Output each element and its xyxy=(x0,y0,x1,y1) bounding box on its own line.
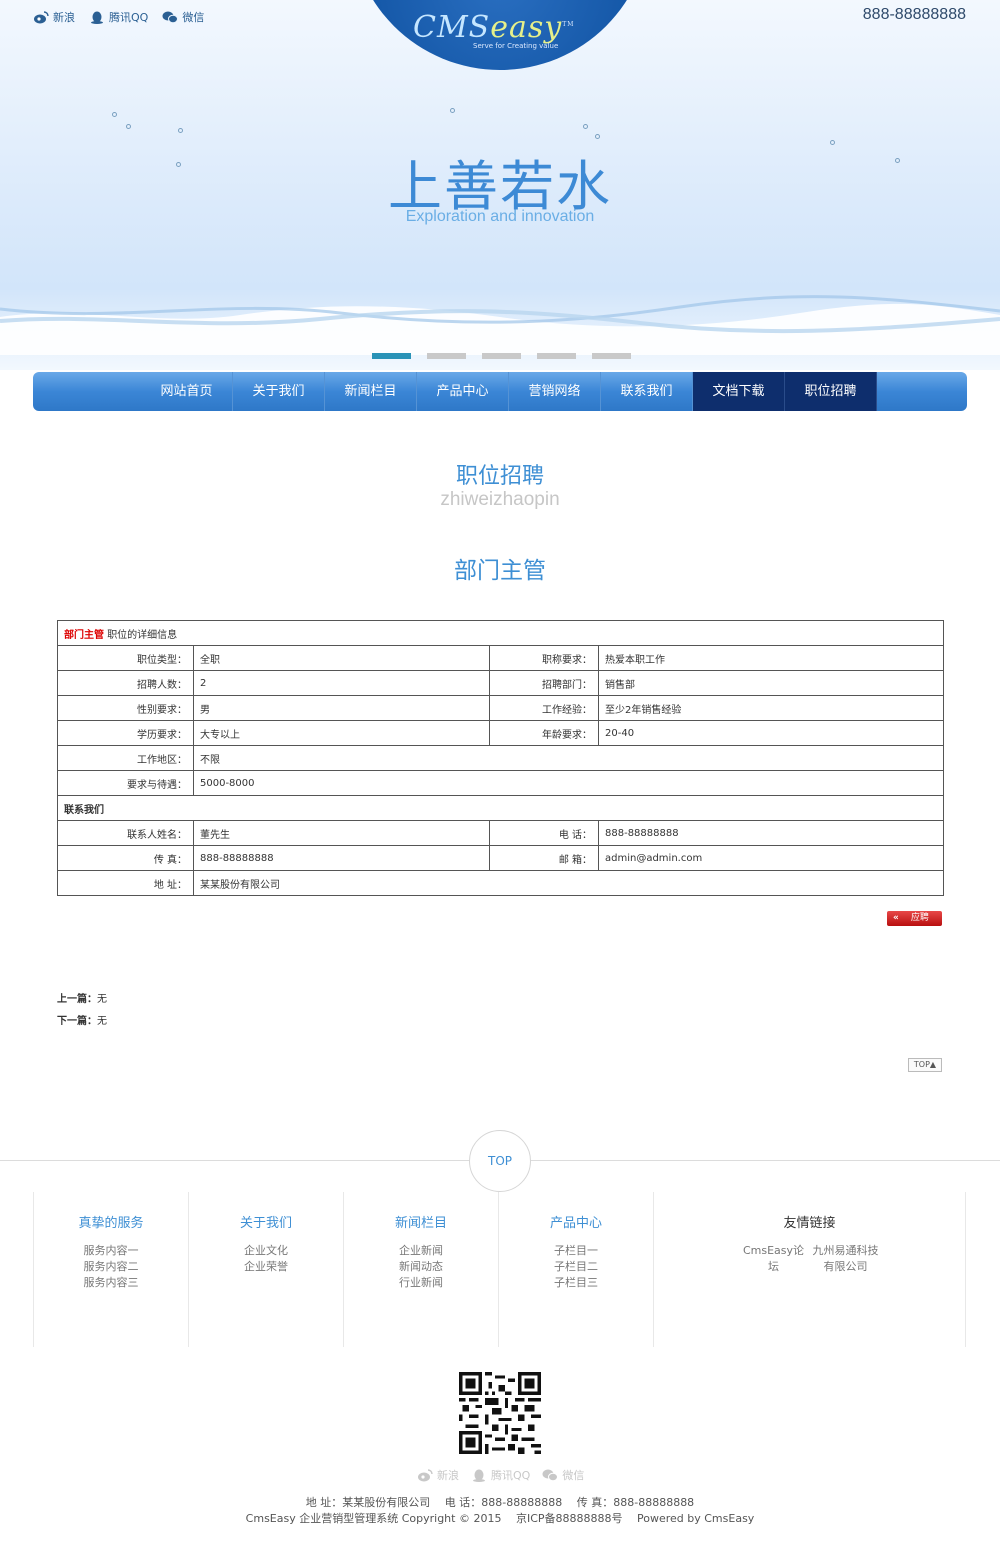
friend-link[interactable]: CmsEasy论坛 xyxy=(741,1243,807,1275)
job-detail-table: 部门主管 职位的详细信息 职位类型： 全职 职称要求： 热爱本职工作 招聘人数： 2 … xyxy=(57,620,944,896)
table-row: 工作地区： 不限 xyxy=(57,745,944,771)
table-row: 联系人姓名： 董先生 电 话： 888-88888888 xyxy=(57,820,944,846)
bubble xyxy=(595,134,600,139)
nav-item-home[interactable]: 网站首页 xyxy=(141,372,233,411)
table-row: 职位类型： 全职 职称要求： 热爱本职工作 xyxy=(57,645,944,671)
slide-indicators xyxy=(372,353,631,359)
back-to-top-small[interactable]: TOP▲ xyxy=(908,1058,942,1072)
footer-link[interactable]: 企业文化 xyxy=(189,1243,343,1259)
footer-link[interactable]: 服务内容一 xyxy=(34,1243,188,1259)
qq-link[interactable]: 腾讯QQ xyxy=(471,1467,530,1483)
nav-item-contact[interactable]: 联系我们 xyxy=(601,372,693,411)
table-row: 招聘人数： 2 招聘部门： 销售部 xyxy=(57,670,944,696)
nav-item-about[interactable]: 关于我们 xyxy=(233,372,325,411)
qq-icon xyxy=(473,1469,485,1482)
table-row: 性别要求：男 工作经验： 至少2年销售经验 xyxy=(57,695,944,721)
friend-links: CmsEasy论坛 九州易通科技 有限公司 xyxy=(654,1243,965,1275)
footer-link[interactable]: 企业新闻 xyxy=(344,1243,498,1259)
slide-dot[interactable] xyxy=(592,353,631,359)
footer-link[interactable]: 子栏目二 xyxy=(499,1259,653,1275)
footer-col-title: 友情链接 xyxy=(783,1216,836,1231)
footer-col-title[interactable]: 新闻栏目 xyxy=(344,1212,498,1231)
slide-dot[interactable] xyxy=(427,353,466,359)
slide-dot[interactable] xyxy=(482,353,521,359)
footer-columns: 真挚的服务 服务内容一 服务内容二 服务内容三 关于我们 企业文化 企业荣誉 新… xyxy=(33,1192,967,1347)
prev-article[interactable]: 上一篇：无 xyxy=(57,990,107,1005)
job-title: 部门主管 xyxy=(454,558,546,584)
footer-col-about: 关于我们 企业文化 企业荣誉 xyxy=(188,1192,343,1347)
qr-code-image xyxy=(459,1372,541,1454)
table-row: 部门主管 职位的详细信息 xyxy=(57,620,944,646)
bubble xyxy=(178,128,183,133)
footer-copyright-line: CmsEasy 企业营销型管理系统 Copyright © 2015 京ICP备… xyxy=(245,1512,755,1525)
footer-link[interactable]: 服务内容二 xyxy=(34,1259,188,1275)
next-article[interactable]: 下一篇：无 xyxy=(57,1012,107,1027)
wechat-link[interactable]: 微信 xyxy=(162,9,204,25)
back-to-top-button[interactable]: TOP xyxy=(469,1130,531,1192)
weibo-icon xyxy=(418,1468,433,1481)
qq-icon xyxy=(91,11,103,24)
nav-item-jobs[interactable]: 职位招聘 xyxy=(785,372,877,411)
header-phone: 888-88888888 xyxy=(862,6,966,23)
footer-col-products: 产品中心 子栏目一 子栏目二 子栏目三 xyxy=(498,1192,653,1347)
main-nav: 网站首页 关于我们 新闻栏目 产品中心 营销网络 联系我们 文档下载 职位招聘 xyxy=(33,372,967,411)
section-title: 职位招聘 xyxy=(455,464,544,489)
table-row: 地 址： 某某股份有限公司 xyxy=(57,870,944,896)
logo-tagline: Serve for Creating value xyxy=(473,42,559,50)
banner: CMSeasyTM Serve for Creating value 新浪 腾讯… xyxy=(0,0,1000,370)
wechat-icon xyxy=(542,1469,559,1481)
slide-dot[interactable] xyxy=(372,353,411,359)
footer-link[interactable]: 企业荣誉 xyxy=(189,1259,343,1275)
footer-col-news: 新闻栏目 企业新闻 新闻动态 行业新闻 xyxy=(343,1192,498,1347)
qq-link[interactable]: 腾讯QQ xyxy=(89,9,148,25)
nav-item-marketing[interactable]: 营销网络 xyxy=(509,372,601,411)
water-wave xyxy=(0,295,1000,355)
banner-slogan-sub: Exploration and innovation xyxy=(405,208,595,225)
weibo-link[interactable]: 新浪 xyxy=(417,1467,459,1483)
table-row: 学历要求： 大专以上 年龄要求： 20-40 xyxy=(57,720,944,746)
section-pinyin: zhiweizhaopin xyxy=(440,489,560,510)
apply-button[interactable]: «应聘 xyxy=(887,911,942,926)
footer-col-title[interactable]: 真挚的服务 xyxy=(34,1212,188,1231)
table-row: 传 真： 888-88888888 邮 箱： admin@admin.com xyxy=(57,845,944,871)
weibo-link[interactable]: 新浪 xyxy=(33,9,75,25)
footer-link[interactable]: 服务内容三 xyxy=(34,1275,188,1291)
footer-social-links: 新浪 腾讯QQ 微信 xyxy=(417,1467,584,1483)
footer-col-links: 友情链接 CmsEasy论坛 九州易通科技 有限公司 xyxy=(653,1192,966,1347)
footer-col-service: 真挚的服务 服务内容一 服务内容二 服务内容三 xyxy=(33,1192,188,1347)
nav-item-news[interactable]: 新闻栏目 xyxy=(325,372,417,411)
slide-dot[interactable] xyxy=(537,353,576,359)
table-header-cell: 部门主管 职位的详细信息 xyxy=(57,620,944,646)
footer-link[interactable]: 子栏目三 xyxy=(499,1275,653,1291)
bubble xyxy=(126,124,131,129)
nav-item-products[interactable]: 产品中心 xyxy=(417,372,509,411)
footer-link[interactable]: 子栏目一 xyxy=(499,1243,653,1259)
site-logo[interactable]: CMSeasyTM Serve for Creating value xyxy=(413,10,588,54)
footer-link[interactable]: 新闻动态 xyxy=(344,1259,498,1275)
footer-contact-line: 地 址：某某股份有限公司 电 话：888-88888888 传 真：888-88… xyxy=(305,1496,695,1509)
footer-col-title[interactable]: 关于我们 xyxy=(189,1212,343,1231)
wechat-icon xyxy=(162,11,179,23)
weibo-icon xyxy=(34,10,49,23)
table-row: 联系我们 xyxy=(57,795,944,821)
logo-text: CMSeasyTM xyxy=(413,10,575,45)
footer-link[interactable]: 行业新闻 xyxy=(344,1275,498,1291)
bubble xyxy=(450,108,455,113)
table-row: 要求与待遇： 5000-8000 xyxy=(57,770,944,796)
top-social-links: 新浪 腾讯QQ 微信 xyxy=(33,9,204,25)
bubble xyxy=(112,112,117,117)
wechat-link[interactable]: 微信 xyxy=(542,1467,584,1483)
footer-col-title[interactable]: 产品中心 xyxy=(499,1212,653,1231)
bubble xyxy=(583,124,588,129)
nav-item-downloads[interactable]: 文档下载 xyxy=(693,372,785,411)
friend-link[interactable]: 九州易通科技 有限公司 xyxy=(813,1243,879,1275)
